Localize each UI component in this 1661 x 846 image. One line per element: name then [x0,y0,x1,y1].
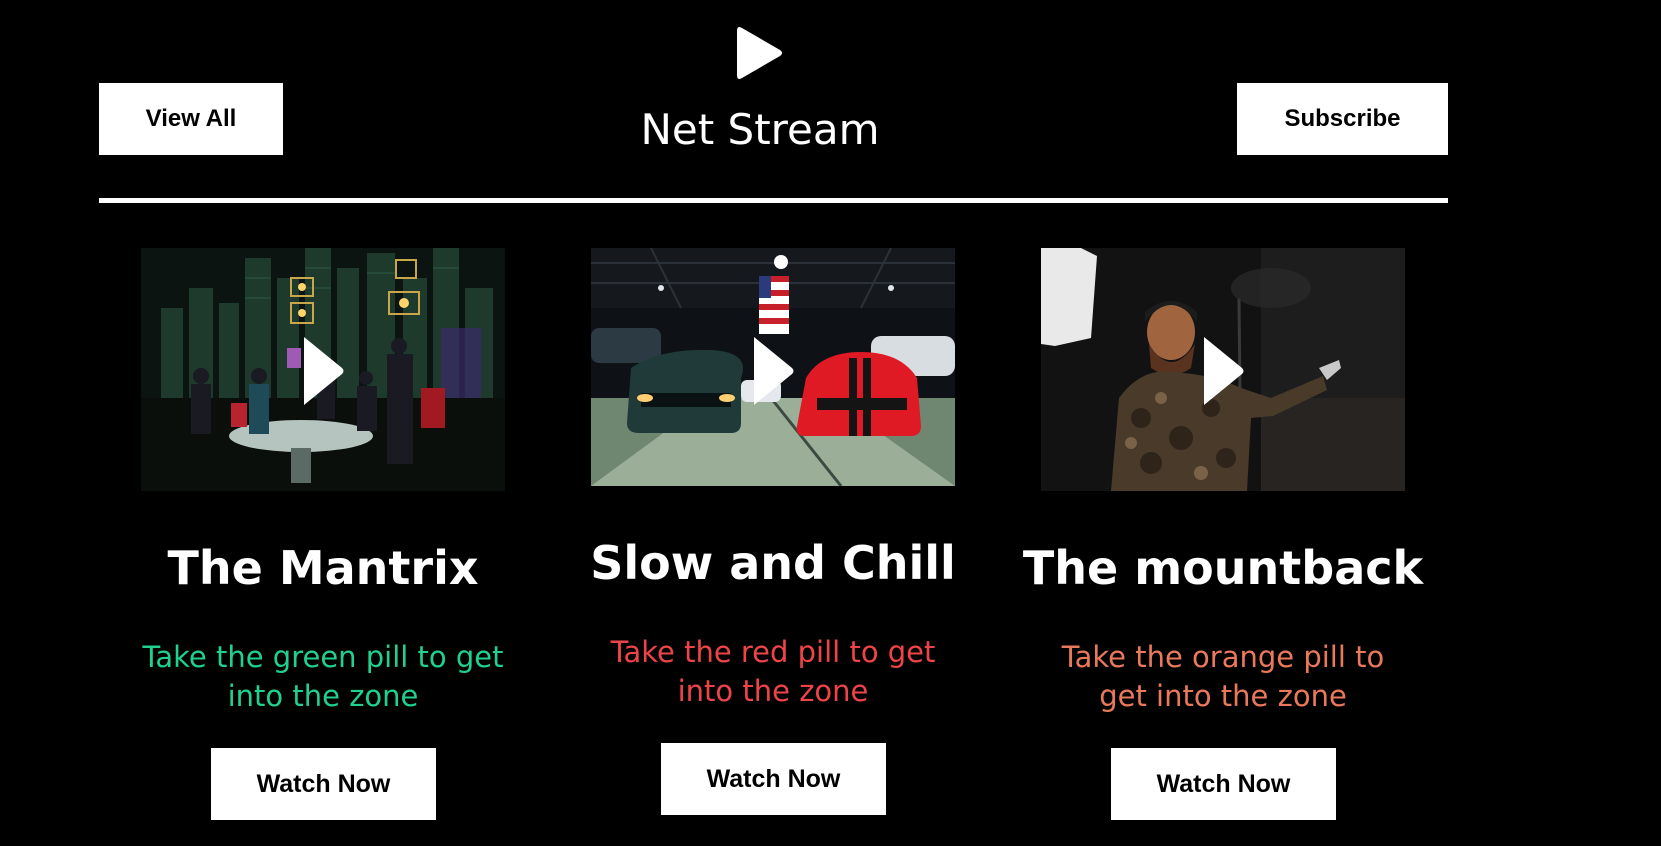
movie-thumbnail[interactable] [1041,248,1405,491]
brand-title: Net Stream [640,105,880,154]
card-description: Take the red pill to get into the zone [610,635,936,708]
movie-card: Slow and Chill Take the red pill to get … [590,248,956,815]
card-title: The Mantrix [167,541,479,595]
view-all-button[interactable]: View All [99,83,283,155]
movie-card: The mountback Take the orange pill to ge… [1023,248,1423,820]
card-title: Slow and Chill [590,536,956,590]
watch-now-button[interactable]: Watch Now [1111,748,1336,820]
card-description: Take the orange pill to get into the zon… [1061,640,1385,713]
movie-thumbnail[interactable] [591,248,955,486]
play-icon[interactable] [751,334,795,408]
movie-card: The Mantrix Take the green pill to get i… [141,248,505,820]
play-icon[interactable] [734,24,786,82]
watch-now-button[interactable]: Watch Now [661,743,886,815]
subscribe-button[interactable]: Subscribe [1237,83,1448,155]
movie-thumbnail[interactable] [141,248,505,491]
watch-now-button[interactable]: Watch Now [211,748,436,820]
play-icon[interactable] [301,334,345,408]
play-icon[interactable] [1201,334,1245,408]
card-description: Take the green pill to get into the zone [142,640,504,713]
header-divider [99,198,1448,203]
card-title: The mountback [1022,541,1424,595]
